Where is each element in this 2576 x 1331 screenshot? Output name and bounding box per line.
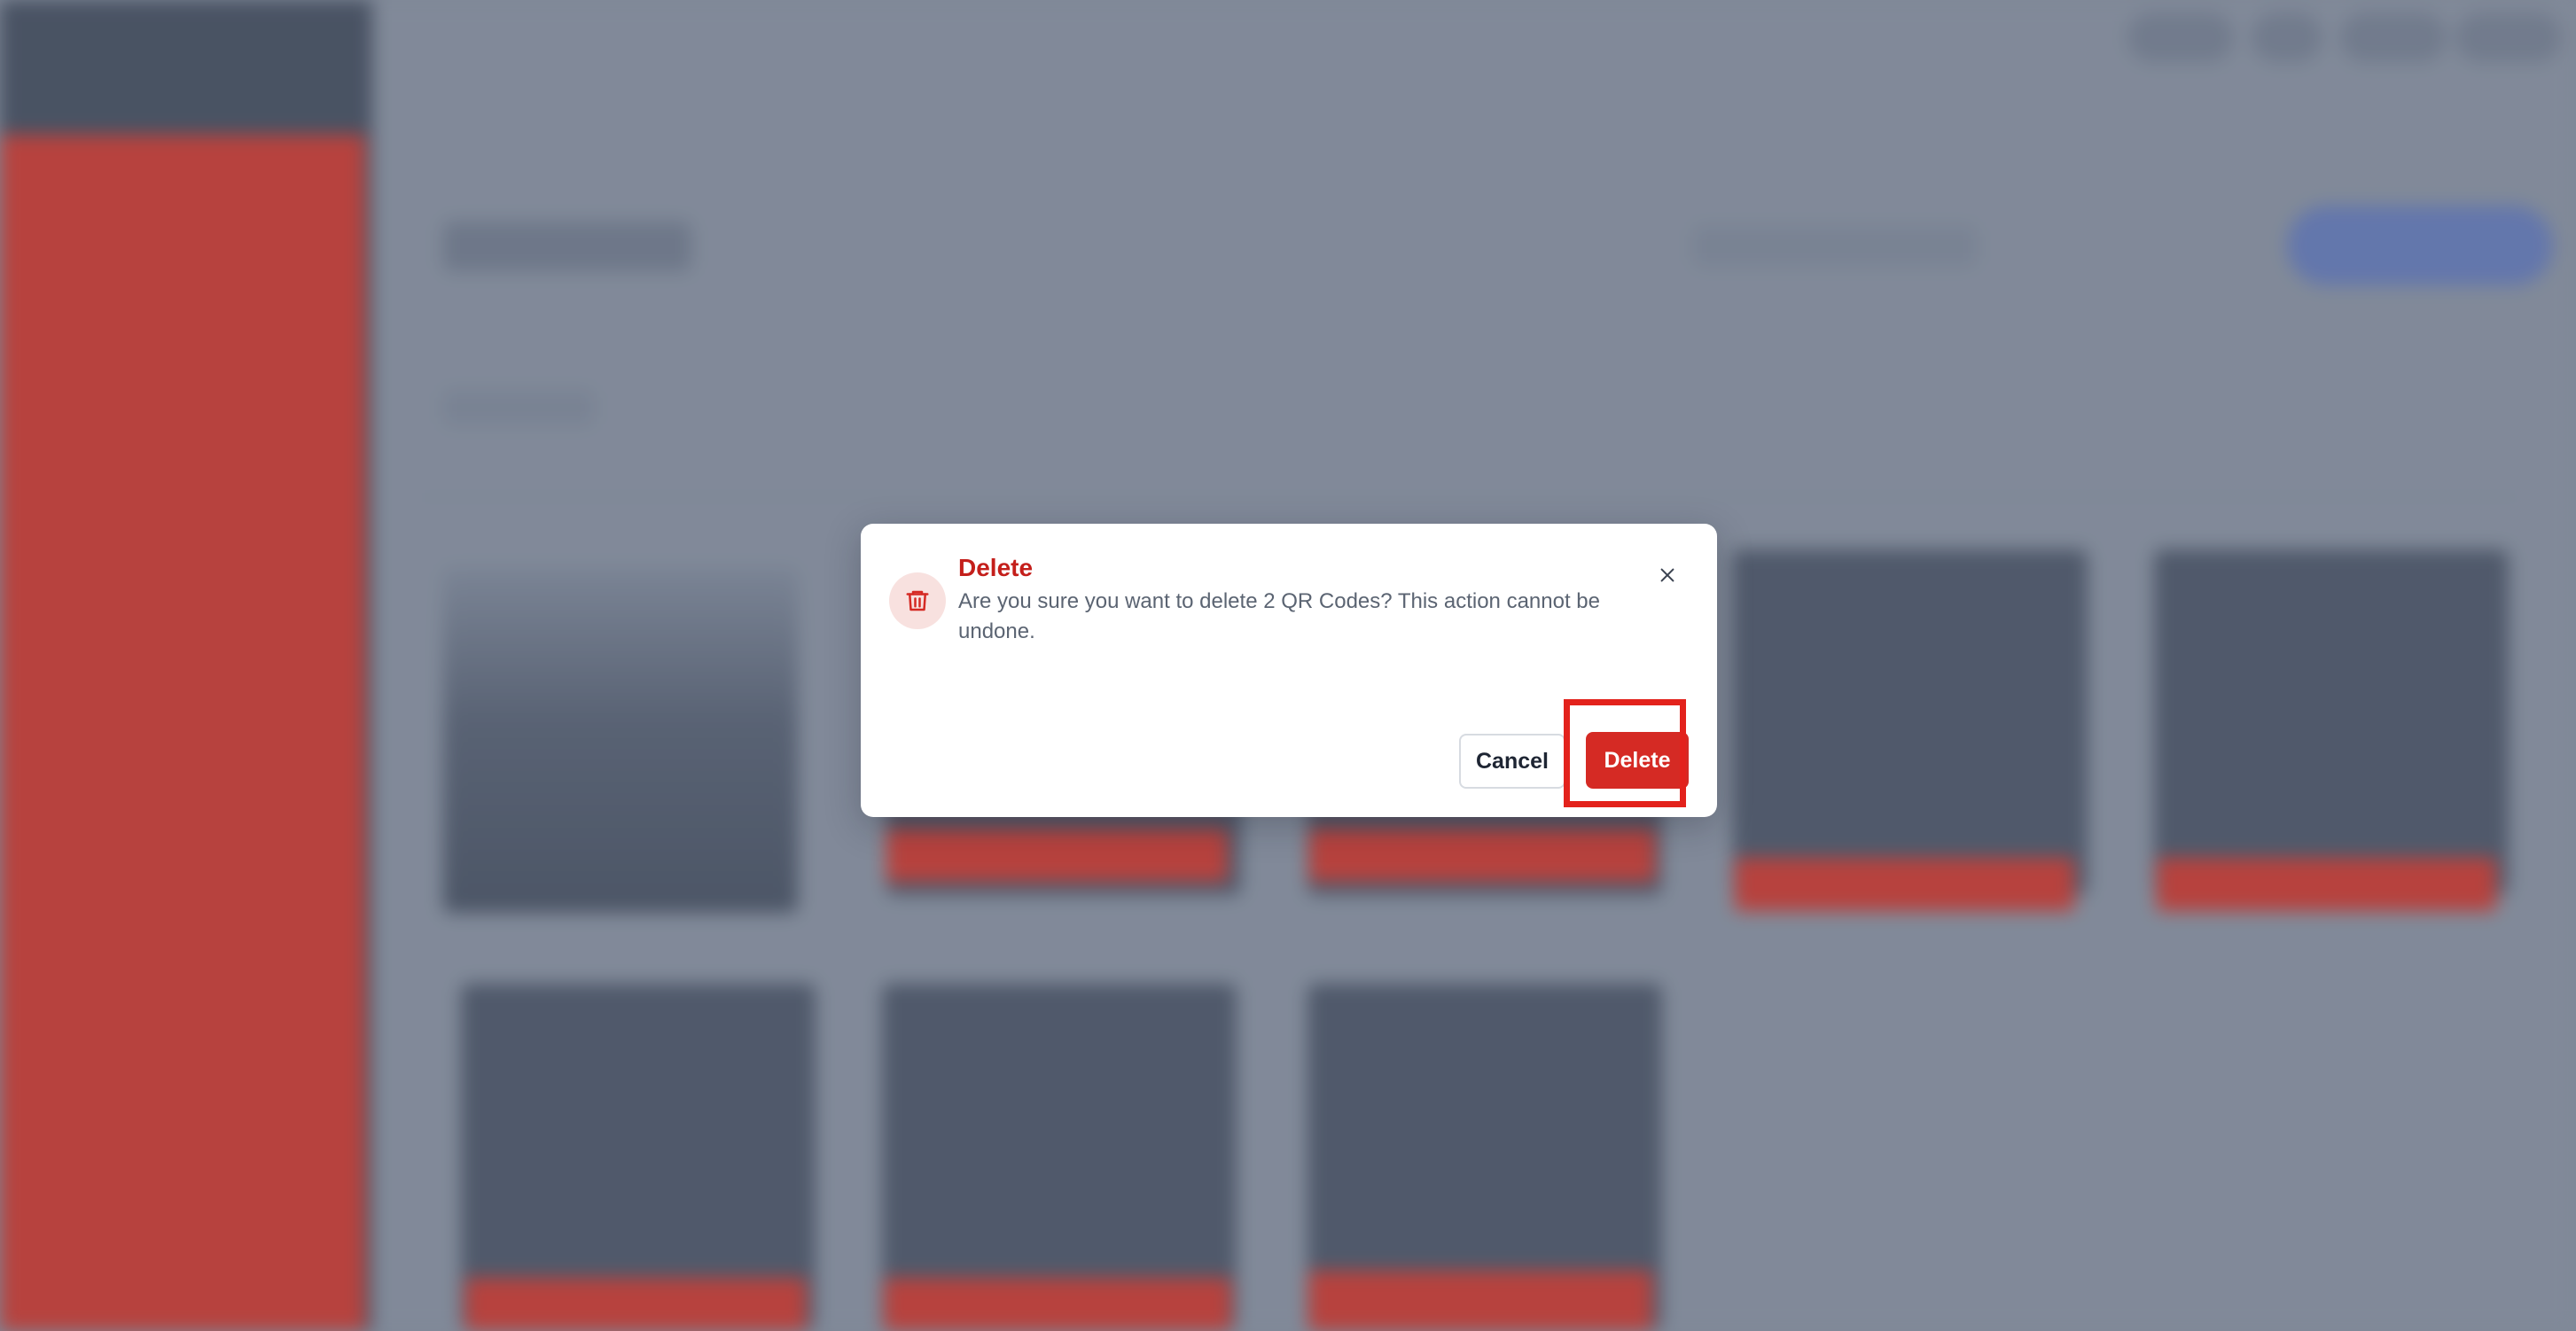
close-icon xyxy=(1660,568,1674,582)
dialog-message: Are you sure you want to delete 2 QR Cod… xyxy=(958,589,1600,643)
delete-dialog: Delete Are you sure you want to delete 2… xyxy=(861,524,1717,817)
dialog-title: Delete xyxy=(958,554,1034,581)
delete-button[interactable]: Delete xyxy=(1586,732,1689,789)
cancel-button[interactable]: Cancel xyxy=(1459,734,1565,789)
close-button[interactable] xyxy=(1650,557,1685,593)
trash-icon xyxy=(889,572,946,629)
